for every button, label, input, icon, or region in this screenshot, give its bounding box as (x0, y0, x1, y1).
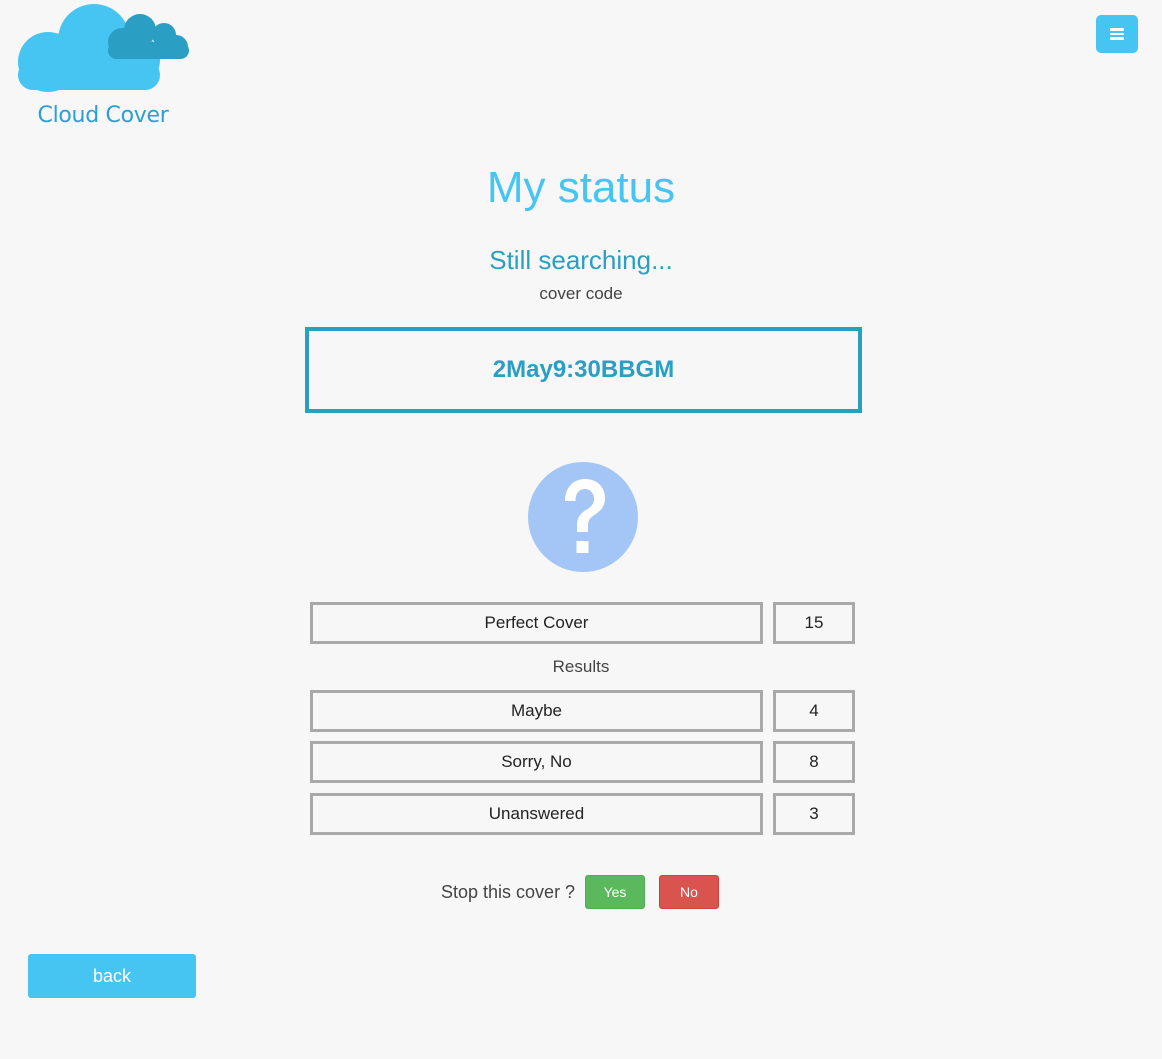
result-label: Sorry, No (310, 741, 763, 783)
back-button[interactable]: back (28, 954, 196, 998)
results-label: Results (552, 657, 610, 676)
menu-button[interactable] (1096, 15, 1138, 53)
cover-code-value: 2May9:30BBGM (492, 356, 675, 383)
result-label: Maybe (310, 690, 763, 732)
cover-code-label: cover code (539, 284, 623, 303)
perfect-cover-count: 15 (773, 602, 855, 644)
result-row-unanswered: Unanswered 3 (310, 793, 855, 835)
cloud-icon (18, 4, 189, 92)
result-count: 8 (773, 741, 855, 783)
page: Cloud Cover My status Still searching...… (0, 0, 1162, 1059)
perfect-cover-row: Perfect Cover 15 (310, 602, 855, 644)
result-row-maybe: Maybe 4 (310, 690, 855, 732)
question-mark-icon (528, 462, 638, 572)
result-count: 4 (773, 690, 855, 732)
perfect-cover-label: Perfect Cover (310, 602, 763, 644)
result-count: 3 (773, 793, 855, 835)
cover-code-box: 2May9:30BBGM (305, 327, 862, 413)
stop-yes-button[interactable]: Yes (585, 875, 645, 909)
status-text: Still searching... (489, 245, 673, 275)
logo-text: Cloud Cover (37, 103, 169, 128)
page-title: My status (486, 163, 676, 212)
hamburger-menu-icon (1110, 28, 1124, 40)
stop-cover-question: Stop this cover ? (441, 882, 576, 902)
stop-no-button[interactable]: No (659, 875, 719, 909)
result-row-sorry-no: Sorry, No 8 (310, 741, 855, 783)
result-label: Unanswered (310, 793, 763, 835)
stop-cover-row: Stop this cover ? Yes No (0, 875, 1162, 909)
app-logo[interactable]: Cloud Cover (14, 2, 192, 132)
